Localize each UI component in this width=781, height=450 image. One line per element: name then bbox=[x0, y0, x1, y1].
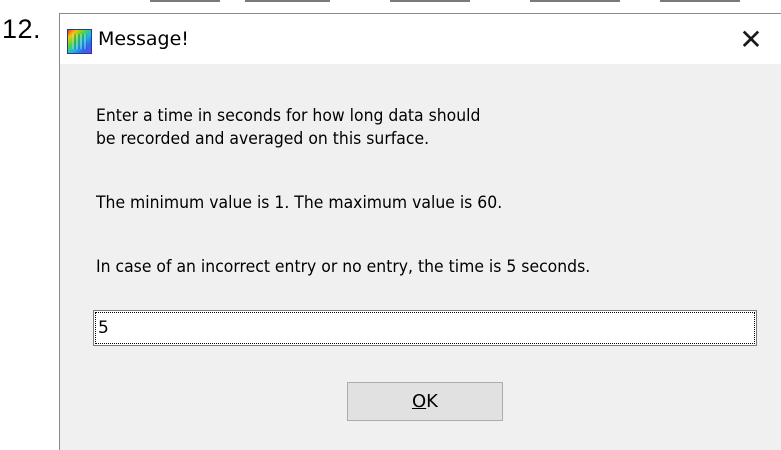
close-icon: ✕ bbox=[739, 22, 763, 56]
ok-button-label-rest: K bbox=[426, 391, 438, 412]
ok-button[interactable]: OK bbox=[347, 382, 503, 421]
instruction-line-1: Enter a time in seconds for how long dat… bbox=[96, 106, 481, 126]
cropped-text-fragments bbox=[60, 0, 781, 6]
close-button[interactable]: ✕ bbox=[721, 14, 781, 64]
seconds-input[interactable] bbox=[93, 310, 757, 346]
dialog-title-bar[interactable]: Message! ✕ bbox=[60, 14, 781, 64]
range-text: The minimum value is 1. The maximum valu… bbox=[96, 193, 503, 213]
instruction-line-2: be recorded and averaged on this surface… bbox=[96, 129, 430, 149]
default-note-text: In case of an incorrect entry or no entr… bbox=[96, 257, 591, 277]
message-dialog: Message! ✕ Enter a time in seconds for h… bbox=[59, 13, 781, 450]
page: 12. Message! ✕ Enter a time in seconds f… bbox=[0, 0, 781, 450]
ok-button-mnemonic: O bbox=[412, 391, 427, 412]
app-icon bbox=[67, 29, 92, 54]
dialog-title: Message! bbox=[98, 28, 189, 50]
instruction-text: Enter a time in seconds for how long dat… bbox=[96, 105, 480, 151]
step-number: 12. bbox=[2, 14, 42, 44]
